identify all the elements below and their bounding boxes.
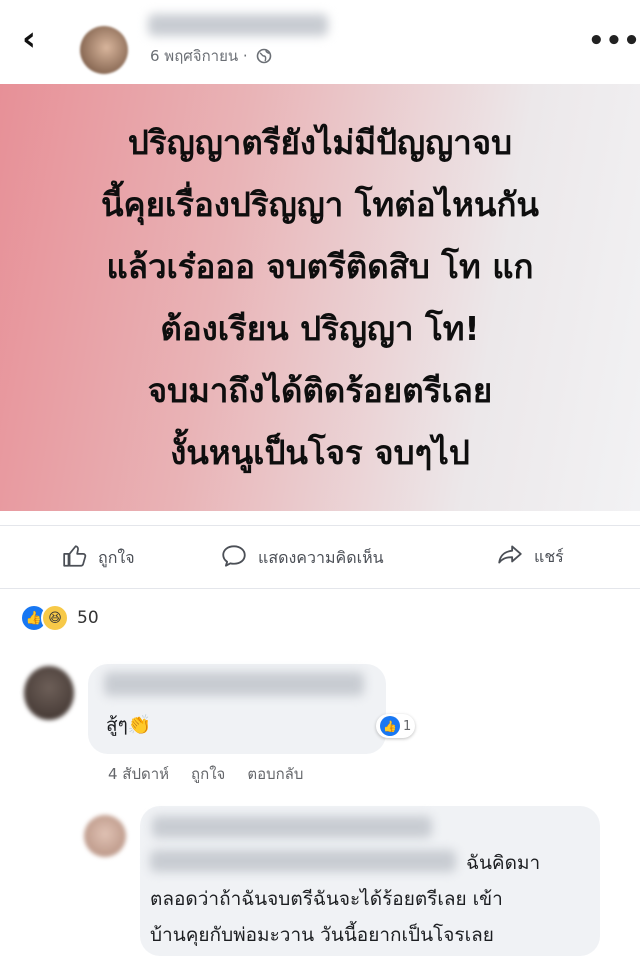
- reply-avatar[interactable]: [84, 815, 126, 857]
- commenter-name-blurred[interactable]: [104, 672, 364, 696]
- like-label: ถูกใจ: [98, 547, 135, 567]
- like-icon: 👍: [380, 716, 400, 736]
- post-header: ‹ 6 พฤศจิกายน · •••: [0, 0, 640, 82]
- author-avatar[interactable]: [80, 26, 128, 74]
- reaction-summary[interactable]: 👍 😆 50: [20, 604, 99, 632]
- reply-line: ตลอดว่าถ้าฉันจบตรีฉันจะได้ร้อยตรีเลย เข้…: [150, 888, 503, 910]
- comment-text: สู้ๆ👏: [106, 714, 152, 736]
- more-options-icon[interactable]: •••: [588, 26, 640, 56]
- back-arrow-icon[interactable]: ‹: [22, 22, 50, 58]
- post-date-text: 6 พฤศจิกายน ·: [150, 47, 248, 65]
- post-action-bar: ถูกใจ แสดงความคิดเห็น แชร์: [0, 525, 640, 589]
- comment-time[interactable]: 4 สัปดาห์: [108, 762, 169, 786]
- author-name-blurred[interactable]: [148, 14, 328, 36]
- reply-line: ฉันคิดมา: [466, 852, 541, 874]
- reply-line: บ้านคุยกับพ่อมะวาน วันนี้อยากเป็นโจรเลย: [150, 924, 494, 946]
- comment-button[interactable]: แสดงความคิดเห็น: [220, 543, 384, 573]
- banner-line: งั้นหนูเป็นโจร จบๆไป: [170, 432, 470, 472]
- comment-reaction-badge[interactable]: 👍 1: [376, 714, 416, 738]
- share-arrow-icon: [496, 543, 534, 571]
- share-label: แชร์: [534, 546, 564, 566]
- post-text-banner: ปริญญาตรียังไม่มีปัญญาจบ นี้คุยเรื่องปริ…: [0, 84, 640, 511]
- banner-line: จบมาถึงได้ติดร้อยตรีเลย: [147, 370, 493, 410]
- comment-reply-link[interactable]: ตอบกลับ: [247, 762, 303, 786]
- globe-icon: [256, 48, 272, 68]
- like-button[interactable]: ถูกใจ: [62, 543, 135, 573]
- post-date[interactable]: 6 พฤศจิกายน ·: [150, 44, 272, 68]
- banner-line: นี้คุยเรื่องปริญญา โทต่อไหนกัน: [100, 184, 539, 224]
- comment-bubble-icon: [220, 543, 258, 573]
- comment-reaction-count: 1: [403, 718, 412, 734]
- share-button[interactable]: แชร์: [496, 543, 564, 571]
- banner-line: แล้วเร๋อออ จบตรีติดสิบ โท แก: [106, 246, 534, 286]
- comment-like-link[interactable]: ถูกใจ: [191, 762, 225, 786]
- reply-name-blurred[interactable]: [152, 816, 432, 838]
- banner-line: ปริญญาตรียังไม่มีปัญญาจบ: [127, 122, 513, 162]
- commenter-avatar[interactable]: [24, 666, 74, 720]
- comment-meta: 4 สัปดาห์ ถูกใจ ตอบกลับ: [108, 762, 303, 786]
- thumbs-up-icon: [62, 543, 98, 573]
- banner-line: ต้องเรียน ปริญญา โท!: [160, 308, 480, 348]
- reply-text-blurred: [150, 850, 456, 872]
- comment-label: แสดงความคิดเห็น: [258, 547, 384, 567]
- haha-icon: 😆: [41, 604, 69, 632]
- reaction-count: 50: [77, 608, 99, 628]
